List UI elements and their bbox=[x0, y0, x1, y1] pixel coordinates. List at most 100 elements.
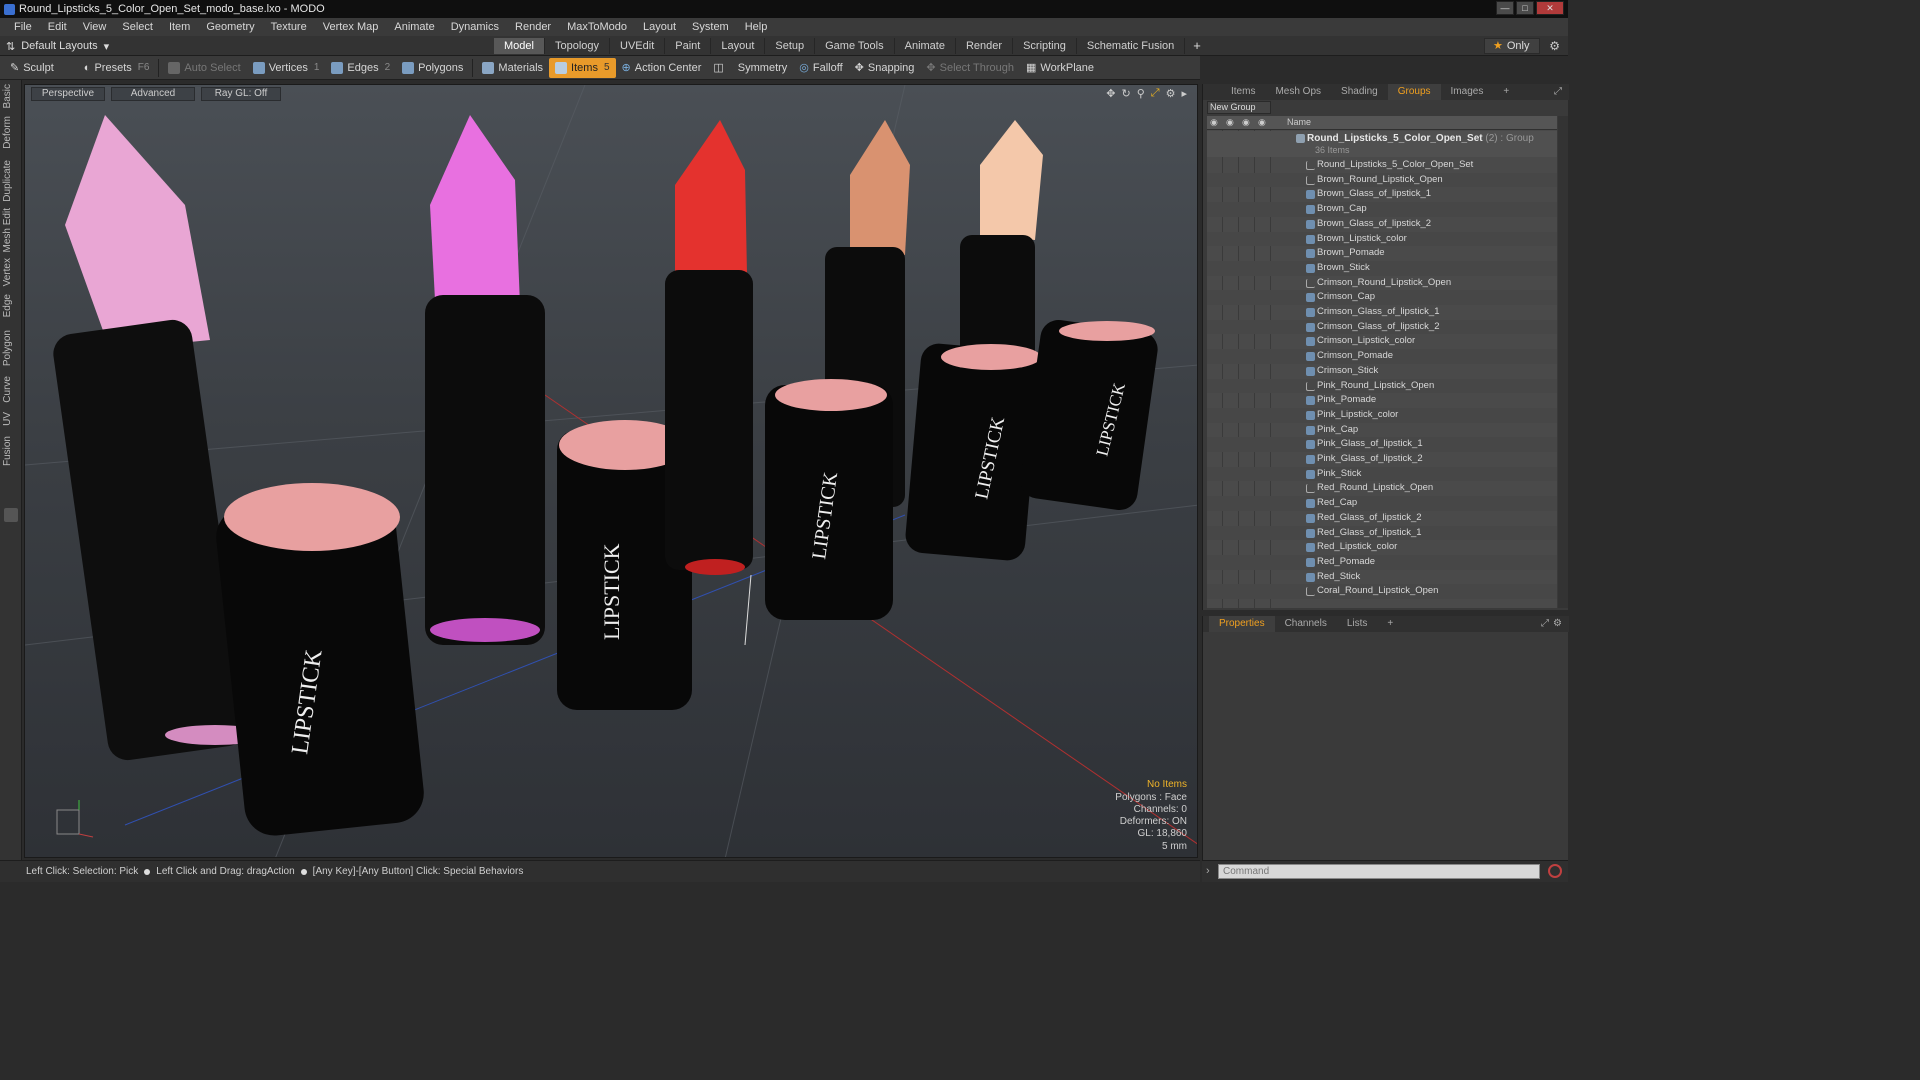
list-item[interactable]: Red_Cap bbox=[1207, 496, 1557, 511]
menu-item-select[interactable]: Select bbox=[114, 21, 161, 33]
tab-channels[interactable]: Channels bbox=[1275, 616, 1337, 632]
tab-properties[interactable]: Properties bbox=[1209, 616, 1275, 632]
menu-item-file[interactable]: File bbox=[6, 21, 40, 33]
expand-icon[interactable]: ⤢ bbox=[1554, 86, 1562, 97]
list-item[interactable]: Pink_Pomade bbox=[1207, 393, 1557, 408]
lock-icon[interactable]: ◉ bbox=[1226, 117, 1234, 128]
left-tab-polygon[interactable]: Polygon bbox=[2, 330, 20, 366]
eye-icon[interactable]: ◉ bbox=[1210, 117, 1218, 128]
command-input[interactable]: Command bbox=[1218, 864, 1540, 879]
left-tab-edge[interactable]: Edge bbox=[2, 294, 20, 317]
fit-view-icon[interactable]: ⤢ bbox=[1151, 87, 1160, 100]
menu-item-geometry[interactable]: Geometry bbox=[198, 21, 262, 33]
list-item[interactable]: Pink_Stick bbox=[1207, 466, 1557, 482]
maximize-button[interactable]: □ bbox=[1516, 1, 1534, 15]
falloff-button[interactable]: ◎ Falloff bbox=[793, 58, 848, 78]
tab-schematic-fusion[interactable]: Schematic Fusion bbox=[1077, 38, 1186, 54]
tab-topology[interactable]: Topology bbox=[545, 38, 611, 54]
tab-render[interactable]: Render bbox=[956, 38, 1014, 54]
menu-item-system[interactable]: System bbox=[684, 21, 737, 33]
symmetry-button[interactable]: ◫ Symmetry bbox=[707, 58, 793, 78]
tab-setup[interactable]: Setup bbox=[765, 38, 816, 54]
list-item[interactable]: Brown_Glass_of_lipstick_1 bbox=[1207, 187, 1557, 202]
list-item[interactable]: Red_Glass_of_lipstick_2 bbox=[1207, 511, 1557, 526]
auto-select-button[interactable]: Auto Select bbox=[162, 58, 246, 78]
move-view-icon[interactable]: ✥ bbox=[1106, 87, 1115, 100]
expand-icon[interactable]: ⤢ bbox=[1541, 618, 1549, 629]
view-type-dropdown[interactable]: Perspective bbox=[31, 87, 105, 101]
left-tab-basic[interactable]: Basic bbox=[2, 84, 20, 108]
list-item[interactable]: Red_Pomade bbox=[1207, 554, 1557, 570]
groups-list[interactable]: ◉ ◉ ◉ ◉ Name Round_Lipsticks_5_Color_Ope… bbox=[1207, 116, 1557, 608]
only-button[interactable]: ★ Only bbox=[1484, 38, 1540, 54]
name-column-header[interactable]: Name bbox=[1287, 117, 1311, 127]
zoom-view-icon[interactable]: ⚲ bbox=[1137, 87, 1145, 100]
list-item[interactable]: Crimson_Stick bbox=[1207, 364, 1557, 379]
left-tab-mesh-edit[interactable]: Mesh Edit bbox=[2, 208, 20, 252]
shading-dropdown[interactable]: Advanced bbox=[111, 87, 195, 101]
list-item[interactable]: Crimson_Pomade bbox=[1207, 349, 1557, 364]
list-item[interactable]: Red_Glass_of_lipstick_1 bbox=[1207, 525, 1557, 541]
list-item[interactable]: Crimson_Glass_of_lipstick_2 bbox=[1207, 319, 1557, 335]
menu-item-help[interactable]: Help bbox=[737, 21, 776, 33]
list-item[interactable]: Pink_Round_Lipstick_Open bbox=[1207, 378, 1557, 394]
list-item[interactable]: Crimson_Lipstick_color bbox=[1207, 334, 1557, 349]
menu-item-maxtomodo[interactable]: MaxToModo bbox=[559, 21, 635, 33]
groups-scrollbar[interactable] bbox=[1558, 116, 1568, 608]
list-item[interactable]: Brown_Stick bbox=[1207, 260, 1557, 276]
viewport-gear-icon[interactable]: ⚙ bbox=[1166, 87, 1176, 100]
list-item[interactable]: Crimson_Round_Lipstick_Open bbox=[1207, 276, 1557, 291]
edges-button[interactable]: Edges 2 bbox=[325, 58, 396, 78]
tab-animate[interactable]: Animate bbox=[895, 38, 956, 54]
add-panel-tab-icon[interactable]: + bbox=[1493, 84, 1519, 100]
left-tab-curve[interactable]: Curve bbox=[2, 376, 20, 403]
menu-item-view[interactable]: View bbox=[75, 21, 115, 33]
left-tab-vertex[interactable]: Vertex bbox=[2, 258, 20, 286]
tab-game-tools[interactable]: Game Tools bbox=[815, 38, 895, 54]
list-item[interactable]: Brown_Round_Lipstick_Open bbox=[1207, 172, 1557, 188]
list-item[interactable]: Round_Lipsticks_5_Color_Open_Set bbox=[1207, 158, 1557, 173]
list-item[interactable]: Coral_Round_Lipstick_Open bbox=[1207, 584, 1557, 599]
tab-paint[interactable]: Paint bbox=[665, 38, 712, 54]
tab-layout[interactable]: Layout bbox=[711, 38, 766, 54]
left-tab-fusion[interactable]: Fusion bbox=[2, 436, 20, 466]
tab-lists[interactable]: Lists bbox=[1337, 616, 1378, 632]
close-button[interactable]: ✕ bbox=[1536, 1, 1564, 15]
menu-item-layout[interactable]: Layout bbox=[635, 21, 684, 33]
action-center-button[interactable]: ⊕ Action Center bbox=[616, 58, 708, 78]
gear-icon[interactable]: ⚙ bbox=[1549, 39, 1560, 53]
list-item[interactable]: Red_Lipstick_color bbox=[1207, 540, 1557, 555]
list-item[interactable]: Red_Round_Lipstick_Open bbox=[1207, 481, 1557, 496]
group-row[interactable]: Round_Lipsticks_5_Color_Open_Set (2) : G… bbox=[1207, 131, 1557, 157]
gear-icon[interactable]: ⚙ bbox=[1553, 618, 1562, 629]
list-item[interactable]: Pink_Lipstick_color bbox=[1207, 407, 1557, 423]
select-through-button[interactable]: ✥ Select Through bbox=[920, 58, 1020, 78]
menu-item-animate[interactable]: Animate bbox=[386, 21, 442, 33]
render-icon[interactable]: ◉ bbox=[1242, 117, 1250, 128]
panel-toggle-button[interactable] bbox=[4, 508, 18, 522]
tab-scripting[interactable]: Scripting bbox=[1013, 38, 1077, 54]
left-tab-duplicate[interactable]: Duplicate bbox=[2, 160, 20, 202]
minimize-button[interactable]: — bbox=[1496, 1, 1514, 15]
materials-button[interactable]: Materials bbox=[476, 58, 549, 78]
list-item[interactable]: Crimson_Glass_of_lipstick_1 bbox=[1207, 305, 1557, 320]
list-item[interactable]: Pink_Glass_of_lipstick_2 bbox=[1207, 452, 1557, 467]
tab-model[interactable]: Model bbox=[494, 38, 545, 54]
list-item[interactable]: Brown_Glass_of_lipstick_2 bbox=[1207, 217, 1557, 232]
menu-item-item[interactable]: Item bbox=[161, 21, 198, 33]
select-icon[interactable]: ◉ bbox=[1258, 117, 1266, 128]
menu-item-edit[interactable]: Edit bbox=[40, 21, 75, 33]
left-tab-deform[interactable]: Deform bbox=[2, 116, 20, 149]
tab-images[interactable]: Images bbox=[1441, 84, 1494, 100]
menu-item-render[interactable]: Render bbox=[507, 21, 559, 33]
items-button[interactable]: Items 5 bbox=[549, 57, 616, 78]
menu-item-vertex-map[interactable]: Vertex Map bbox=[315, 21, 387, 33]
list-item[interactable]: Crimson_Cap bbox=[1207, 290, 1557, 305]
new-group-button[interactable]: New Group bbox=[1207, 101, 1271, 114]
raygl-toggle[interactable]: Ray GL: Off bbox=[201, 87, 281, 101]
vertices-button[interactable]: Vertices 1 bbox=[247, 58, 326, 78]
workplane-button[interactable]: ▦ WorkPlane bbox=[1020, 58, 1100, 78]
sculpt-button[interactable]: ✎ Sculpt bbox=[4, 58, 60, 78]
menu-item-texture[interactable]: Texture bbox=[263, 21, 315, 33]
tab-uvedit[interactable]: UVEdit bbox=[610, 38, 666, 54]
